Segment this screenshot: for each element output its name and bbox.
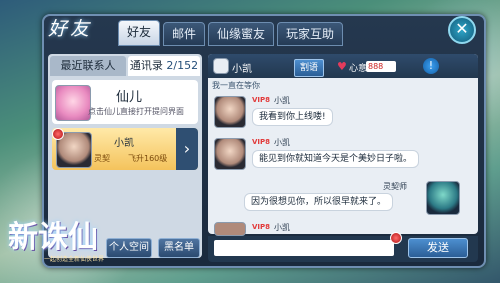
message-avatar bbox=[214, 222, 246, 236]
message-avatar bbox=[214, 96, 246, 128]
self-avatar bbox=[426, 181, 460, 215]
info-icon[interactable]: ! bbox=[423, 58, 439, 74]
friend-class: 灵契 bbox=[94, 154, 110, 163]
send-button[interactable]: 发送 bbox=[408, 238, 468, 258]
tab-friends[interactable]: 好友 bbox=[118, 20, 161, 46]
chat-user-icon bbox=[213, 58, 229, 74]
vip-badge: VIP8 bbox=[252, 138, 271, 146]
chat-header-name: 小凯 bbox=[232, 64, 252, 75]
game-logo-tagline: 一起创造全新仙侠世界 bbox=[44, 256, 105, 263]
affection-value: 888 bbox=[366, 61, 396, 72]
message-sender: 灵契师 bbox=[383, 182, 407, 191]
chat-status-text: 我一直在等你 bbox=[212, 81, 260, 90]
friend-level: 飞升160级 bbox=[128, 154, 168, 163]
friend-name: 小凯 bbox=[114, 138, 134, 149]
contacts-count: 2/152 bbox=[166, 59, 199, 72]
online-indicator-icon bbox=[52, 128, 64, 140]
message-bubble: 能见到你就知道今天是个美妙日子啦。 bbox=[252, 150, 420, 168]
message-bubble: 我看到你上线喽! bbox=[252, 108, 333, 126]
message-sender: 小凯 bbox=[274, 223, 290, 232]
vip-badge: VIP8 bbox=[252, 96, 271, 104]
message-avatar bbox=[214, 138, 246, 170]
phrase-button[interactable]: 割语 bbox=[294, 59, 324, 77]
tab-address-book[interactable]: 通讯录 2/152 bbox=[128, 56, 200, 76]
blacklist-button[interactable]: 黑名单 bbox=[158, 238, 200, 258]
heart-icon: ♥ bbox=[337, 60, 347, 73]
fairy-description: 点击仙儿直接打开提问界面 bbox=[88, 107, 184, 116]
address-book-label: 通讯录 bbox=[129, 59, 163, 72]
tab-fate-friends[interactable]: 仙缘蜜友 bbox=[208, 22, 275, 46]
chevron-right-icon[interactable]: › bbox=[176, 128, 198, 170]
fairy-name: 仙儿 bbox=[115, 90, 142, 105]
message-sender: 小凯 bbox=[274, 96, 290, 105]
personal-space-button[interactable]: 个人空间 bbox=[106, 238, 152, 258]
tab-bar: 好友 邮件 仙缘蜜友 玩家互助 bbox=[118, 20, 344, 46]
message-sender: 小凯 bbox=[274, 138, 290, 147]
notification-dot-icon bbox=[390, 232, 402, 244]
fairy-avatar bbox=[55, 85, 91, 121]
close-icon[interactable]: ✕ bbox=[448, 16, 476, 44]
tab-recent-contacts[interactable]: 最近联系人 bbox=[50, 56, 126, 76]
vip-badge: VIP8 bbox=[252, 223, 271, 231]
panel-title: 好友 bbox=[48, 18, 93, 40]
message-bubble: 因为很想见你，所以很早就来了。 bbox=[244, 193, 394, 211]
message-input[interactable] bbox=[214, 240, 394, 256]
tab-player-help[interactable]: 玩家互助 bbox=[277, 22, 344, 46]
game-logo: 新诛仙 bbox=[8, 220, 98, 255]
tab-mail[interactable]: 邮件 bbox=[163, 22, 206, 46]
